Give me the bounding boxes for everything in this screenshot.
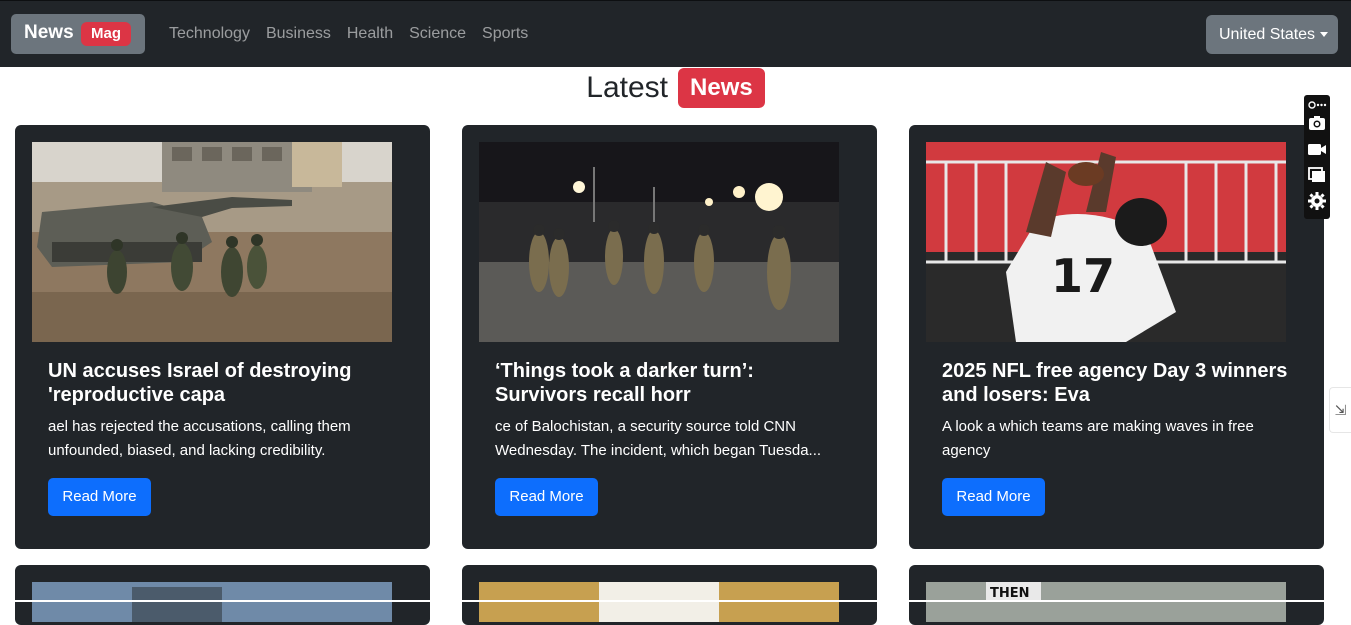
read-more-button[interactable]: Read More <box>48 478 151 516</box>
news-description: A look a which teams are making waves in… <box>942 418 1254 459</box>
nav-links: Technology Business Health Science Sport… <box>169 25 528 43</box>
navbar: News Mag Technology Business Health Scie… <box>0 1 1351 67</box>
read-more-button[interactable]: Read More <box>942 478 1045 516</box>
news-image <box>32 142 392 342</box>
window-icon[interactable] <box>1307 165 1327 185</box>
camera-icon[interactable] <box>1307 113 1327 133</box>
news-card: THEN <box>909 565 1324 625</box>
nav-link-health[interactable]: Health <box>347 25 393 43</box>
news-description: ael has rejected the accusations, callin… <box>48 418 351 459</box>
news-card <box>15 565 430 625</box>
heading-title: Latest <box>586 71 669 104</box>
news-title[interactable]: UN accuses Israel of destroying 'reprodu… <box>48 359 398 407</box>
nav-link-business[interactable]: Business <box>266 25 331 43</box>
news-card <box>462 565 877 625</box>
caret-down-icon <box>1320 32 1328 37</box>
collapse-icon: ⇲ <box>1334 402 1347 418</box>
news-card: ‘Things took a darker turn’: Survivors r… <box>462 125 877 549</box>
news-title[interactable]: 2025 NFL free agency Day 3 winners and l… <box>942 359 1292 407</box>
read-more-button[interactable]: Read More <box>495 478 598 516</box>
country-dropdown[interactable]: United States <box>1206 15 1338 54</box>
svg-text:17: 17 <box>1051 249 1115 303</box>
news-title[interactable]: ‘Things took a darker turn’: Survivors r… <box>495 359 845 407</box>
brand-name: News <box>24 22 74 43</box>
news-card: 17 2025 NFL free agency Day 3 winners an… <box>909 125 1324 549</box>
nav-link-sports[interactable]: Sports <box>482 25 528 43</box>
news-image: 17 <box>926 142 1286 342</box>
news-image: THEN <box>926 582 1286 622</box>
news-image <box>32 582 392 622</box>
image-sign-text: THEN <box>990 586 1030 601</box>
heading-badge: News <box>678 68 765 108</box>
country-label: United States <box>1219 26 1316 43</box>
video-icon[interactable] <box>1307 139 1327 159</box>
news-image <box>479 582 839 622</box>
capture-toolbar <box>1304 95 1330 219</box>
news-image <box>479 142 839 342</box>
link-icon[interactable] <box>1307 97 1327 109</box>
brand-logo[interactable]: News Mag <box>11 14 145 54</box>
side-panel-handle[interactable]: ⇲ <box>1329 387 1351 433</box>
brand-badge: Mag <box>81 22 131 46</box>
page-heading: Latest News <box>0 68 1351 108</box>
nav-link-technology[interactable]: Technology <box>169 25 250 43</box>
nav-link-science[interactable]: Science <box>409 25 466 43</box>
news-description: ce of Balochistan, a security source tol… <box>495 418 822 459</box>
news-card: UN accuses Israel of destroying 'reprodu… <box>15 125 430 549</box>
gear-icon[interactable] <box>1307 191 1327 211</box>
